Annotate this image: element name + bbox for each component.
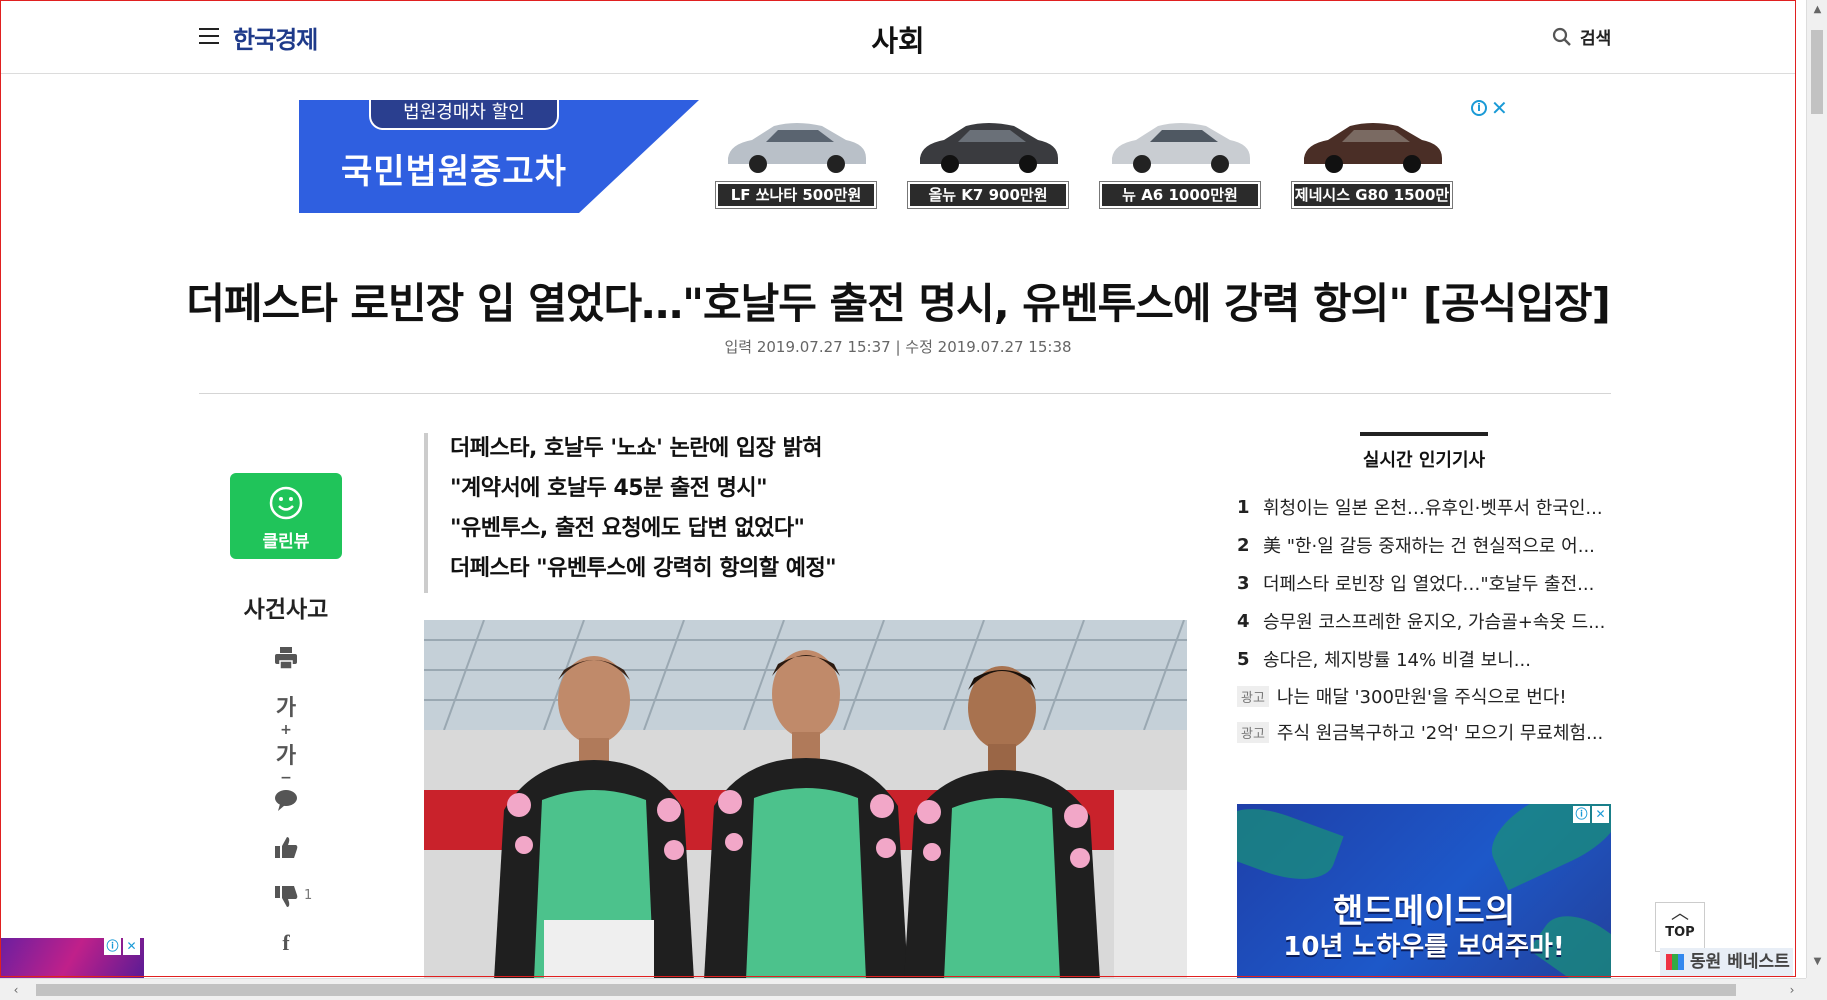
scroll-down-arrow-icon[interactable]: ▼ — [1807, 952, 1827, 972]
font-down-label: 가 — [275, 744, 297, 769]
popular-item[interactable]: 1 휘청이는 일본 온천…유후인·벳푸서 한국인... — [1237, 488, 1612, 526]
article-headline: 더페스타 로빈장 입 열었다…"호날두 출전 명시, 유벤투스에 강력 항의" … — [186, 279, 1611, 328]
scroll-up-arrow-icon[interactable]: ▲ — [1807, 0, 1827, 20]
ad-info-icon[interactable]: ⓘ — [1573, 806, 1590, 823]
top-ad-banner[interactable]: 법원경매차 할인 국민법원중고차 LF 쏘나타 500만원 올뉴 K7 900만… — [299, 98, 1511, 226]
popular-rank: 2 — [1237, 534, 1250, 556]
ad-controls: i ✕ — [1471, 98, 1508, 118]
car-label: 제네시스 G80 1500만원 — [1291, 181, 1453, 226]
popular-item[interactable]: 5 송다은, 체지방률 14% 비결 보니... — [1237, 640, 1612, 678]
sponsored-item[interactable]: 광고 주식 원금복구하고 '2억' 모으기 무료체험... — [1237, 714, 1612, 750]
popular-item[interactable]: 4 승무원 코스프레한 윤지오, 가슴골+속옷 드... — [1237, 602, 1612, 640]
ad-car-4[interactable]: 제네시스 G80 1500만원 — [1291, 102, 1453, 226]
ad-car-2[interactable]: 올뉴 K7 900만원 — [907, 102, 1069, 209]
vertical-scroll-thumb[interactable] — [1811, 30, 1823, 114]
ad-close-icon[interactable]: ✕ — [1491, 98, 1508, 118]
popular-rank: 3 — [1237, 572, 1250, 594]
side-ad-banner[interactable]: 핸드메이드의 10년 노하우를 보여주마! ⓘ ✕ — [1237, 804, 1611, 980]
popular-text[interactable]: 승무원 코스프레한 윤지오, 가슴골+속옷 드... — [1263, 608, 1605, 634]
vertical-scrollbar[interactable]: ▲ ▼ — [1806, 0, 1827, 1000]
brand-label: 동원 베네스트 — [1690, 952, 1790, 972]
like-icon[interactable] — [272, 834, 300, 862]
print-icon[interactable] — [272, 644, 300, 672]
section-title: 사회 — [871, 24, 925, 58]
top-bar: 한국경제 사회 검색 — [0, 0, 1796, 74]
brand-logo-icon — [1666, 954, 1684, 970]
car-label: 뉴 A6 1000만원 — [1099, 181, 1261, 209]
scroll-right-arrow-icon[interactable]: › — [1782, 979, 1802, 1000]
ad-tag: 법원경매차 할인 — [369, 100, 559, 130]
summary-line: "유벤투스, 출전 요청에도 답변 없었다" — [450, 516, 805, 541]
clean-view-button[interactable]: 클린뷰 — [230, 473, 342, 559]
sponsored-text[interactable]: 주식 원금복구하고 '2억' 모으기 무료체험... — [1277, 719, 1603, 745]
popular-list: 1 휘청이는 일본 온천…유후인·벳푸서 한국인... 2 美 "한·일 갈등 중재… — [1237, 488, 1612, 750]
summary-line: 더페스타 "유벤투스에 강력히 항의할 예정" — [450, 556, 837, 581]
dislike-icon[interactable] — [272, 882, 300, 910]
font-decrease-icon[interactable]: 가− — [272, 738, 300, 786]
side-ad-controls: ⓘ ✕ — [1573, 806, 1609, 823]
ad-close-icon[interactable]: ✕ — [123, 938, 140, 955]
ad-info-icon[interactable]: ⓘ — [104, 938, 121, 955]
players-bench-image — [424, 620, 1187, 980]
search-button[interactable]: 검색 — [1552, 24, 1611, 49]
car-image — [920, 123, 1058, 173]
horizontal-scroll-thumb[interactable] — [36, 984, 1736, 996]
ad-badge: 광고 — [1237, 685, 1269, 707]
article-summary: 더페스타, 호날두 '노쇼' 논란에 입장 밝혀 "계약서에 호날두 45분 출… — [424, 433, 837, 593]
brand-badge[interactable]: 동원 베네스트 — [1660, 948, 1793, 976]
popular-rank: 1 — [1237, 496, 1250, 518]
summary-line: "계약서에 호날두 45분 출전 명시" — [450, 476, 768, 501]
popular-text[interactable]: 더페스타 로빈장 입 열었다…"호날두 출전... — [1263, 570, 1594, 596]
font-increase-icon[interactable]: 가+ — [272, 690, 300, 738]
top-label: TOP — [1665, 925, 1695, 940]
comment-icon[interactable] — [272, 786, 300, 814]
side-ad-subline: 10년 노하우를 보여주마! — [1283, 932, 1565, 962]
side-ad-headline: 핸드메이드의 — [1332, 891, 1516, 930]
popular-item[interactable]: 2 美 "한·일 갈등 중재하는 건 현실적으로 어... — [1237, 526, 1612, 564]
ad-badge: 광고 — [1237, 721, 1269, 743]
popular-text[interactable]: 송다은, 체지방률 14% 비결 보니... — [1263, 646, 1531, 672]
chevron-up-icon: ︿ — [1671, 903, 1689, 924]
leaf-decoration — [1237, 804, 1344, 893]
ad-car-3[interactable]: 뉴 A6 1000만원 — [1099, 102, 1261, 209]
popular-rank: 5 — [1237, 648, 1250, 670]
font-up-label: 가 — [275, 696, 297, 721]
car-label: 올뉴 K7 900만원 — [907, 181, 1069, 209]
car-label: LF 쏘나타 500만원 — [715, 181, 877, 209]
car-image — [1112, 123, 1250, 173]
car-image — [1304, 123, 1442, 173]
car-image — [728, 123, 866, 173]
search-icon — [1552, 27, 1571, 46]
article-photo — [424, 620, 1187, 980]
sponsored-text[interactable]: 나는 매달 '300만원'을 주식으로 번다! — [1277, 683, 1567, 709]
sponsored-item[interactable]: 광고 나는 매달 '300만원'을 주식으로 번다! — [1237, 678, 1612, 714]
ad-car-1[interactable]: LF 쏘나타 500만원 — [715, 102, 877, 209]
ad-info-icon[interactable]: i — [1471, 100, 1487, 116]
divider — [199, 393, 1611, 394]
smiley-icon — [269, 486, 303, 520]
popular-text[interactable]: 휘청이는 일본 온천…유후인·벳푸서 한국인... — [1263, 494, 1603, 520]
popular-rank: 4 — [1237, 610, 1250, 632]
summary-line: 더페스타, 호날두 '노쇼' 논란에 입장 밝혀 — [450, 436, 822, 461]
facebook-share-icon[interactable]: f — [272, 930, 300, 958]
scroll-left-arrow-icon[interactable]: ‹ — [6, 979, 26, 1000]
clean-view-label: 클린뷰 — [262, 532, 310, 552]
bottom-left-ad-controls: ⓘ ✕ — [104, 938, 140, 955]
horizontal-scrollbar[interactable]: ‹ › — [0, 978, 1806, 1000]
dislike-count: 1 — [304, 888, 313, 903]
search-label: 검색 — [1580, 29, 1612, 49]
popular-text[interactable]: 美 "한·일 갈등 중재하는 건 현실적으로 어... — [1263, 532, 1595, 558]
scrollbar-corner — [1806, 978, 1827, 1000]
ad-close-icon[interactable]: ✕ — [1592, 806, 1609, 823]
popular-item[interactable]: 3 더페스타 로빈장 입 열었다…"호날두 출전... — [1237, 564, 1612, 602]
ad-title: 국민법원중고차 — [341, 152, 567, 192]
scroll-top-button[interactable]: ︿ TOP — [1655, 902, 1705, 952]
article-dateline: 입력 2019.07.27 15:37 | 수정 2019.07.27 15:3… — [724, 338, 1072, 356]
article-category[interactable]: 사건사고 — [200, 590, 372, 624]
popular-accent-bar — [1360, 432, 1488, 436]
popular-title: 실시간 인기기사 — [1362, 450, 1486, 471]
